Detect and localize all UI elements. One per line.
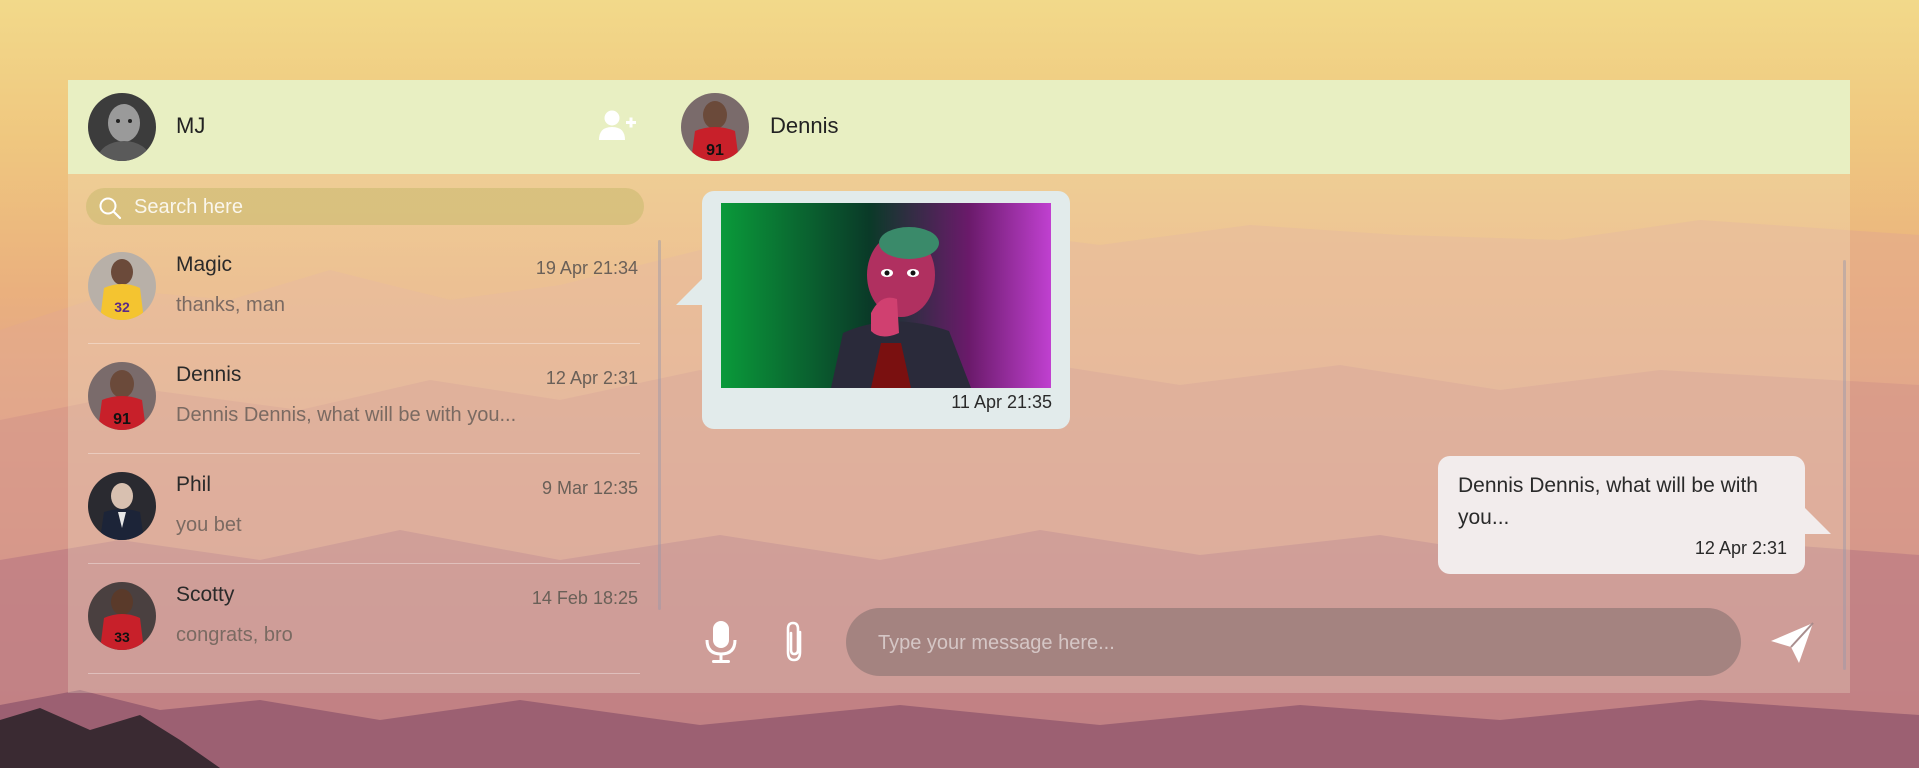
search-input[interactable] xyxy=(132,192,636,222)
top-bar: MJ 91 Dennis xyxy=(68,80,1850,174)
conversation-item-magic[interactable]: 32 Magic 19 Apr 21:34 thanks, man xyxy=(68,234,644,344)
contact-avatar xyxy=(88,472,156,540)
contact-name: Magic xyxy=(176,253,233,276)
chat-scrollbar[interactable] xyxy=(1843,260,1846,670)
search-icon xyxy=(99,197,122,220)
conversation-item-scotty[interactable]: 33 Scotty 14 Feb 18:25 congrats, bro xyxy=(68,564,644,674)
search-bar xyxy=(86,188,644,225)
incoming-message: 11 Apr 21:35 xyxy=(676,191,1070,429)
message-timestamp: 12 Apr 2:31 xyxy=(1694,538,1787,558)
contact-avatar: 32 xyxy=(88,252,156,320)
last-message-time: 9 Mar 12:35 xyxy=(541,478,638,498)
svg-text:33: 33 xyxy=(114,629,130,645)
svg-text:91: 91 xyxy=(113,411,131,428)
last-message-preview: Dennis Dennis, what will be with you... xyxy=(176,404,517,426)
contact-name: Phil xyxy=(176,473,212,496)
send-icon[interactable] xyxy=(1769,621,1815,665)
messenger-window: MJ 91 Dennis Search here 32 Magic 19 Apr… xyxy=(68,80,1850,693)
my-name: MJ xyxy=(176,113,206,138)
last-message-time: 19 Apr 21:34 xyxy=(535,258,638,278)
contact-name: Scotty xyxy=(176,583,235,606)
attachment-icon[interactable] xyxy=(780,620,810,664)
contact-avatar[interactable]: 91 xyxy=(681,93,749,161)
bubble-tail xyxy=(1805,508,1831,534)
conversation-list-scrollbar[interactable] xyxy=(658,240,661,610)
message-photo[interactable] xyxy=(721,203,1051,388)
svg-text:91: 91 xyxy=(706,142,724,159)
divider xyxy=(88,673,640,674)
message-composer xyxy=(846,608,1741,676)
chat-contact-name: Dennis xyxy=(770,113,839,138)
contact-name: Dennis xyxy=(176,363,242,386)
my-avatar[interactable] xyxy=(88,93,156,161)
outgoing-message: Dennis Dennis, what will be with you... … xyxy=(1438,456,1831,574)
contact-avatar: 33 xyxy=(88,582,156,650)
microphone-icon[interactable] xyxy=(704,620,738,664)
svg-text:32: 32 xyxy=(114,299,130,315)
message-text: Dennis Dennis, what will be with you... xyxy=(1458,474,1758,529)
last-message-time: 12 Apr 2:31 xyxy=(545,368,638,388)
message-input[interactable] xyxy=(876,626,1720,660)
last-message-preview: thanks, man xyxy=(176,294,285,316)
add-user-icon[interactable] xyxy=(598,109,638,143)
message-timestamp: 11 Apr 21:35 xyxy=(951,392,1052,412)
contact-avatar: 91 xyxy=(88,362,156,430)
last-message-preview: you bet xyxy=(176,514,242,536)
conversation-item-phil[interactable]: Phil 9 Mar 12:35 you bet xyxy=(68,454,644,564)
last-message-time: 14 Feb 18:25 xyxy=(531,588,638,608)
last-message-preview: congrats, bro xyxy=(176,624,293,646)
bubble-tail xyxy=(676,279,702,305)
conversation-item-dennis[interactable]: 91 Dennis 12 Apr 2:31 Dennis Dennis, wha… xyxy=(68,344,644,454)
